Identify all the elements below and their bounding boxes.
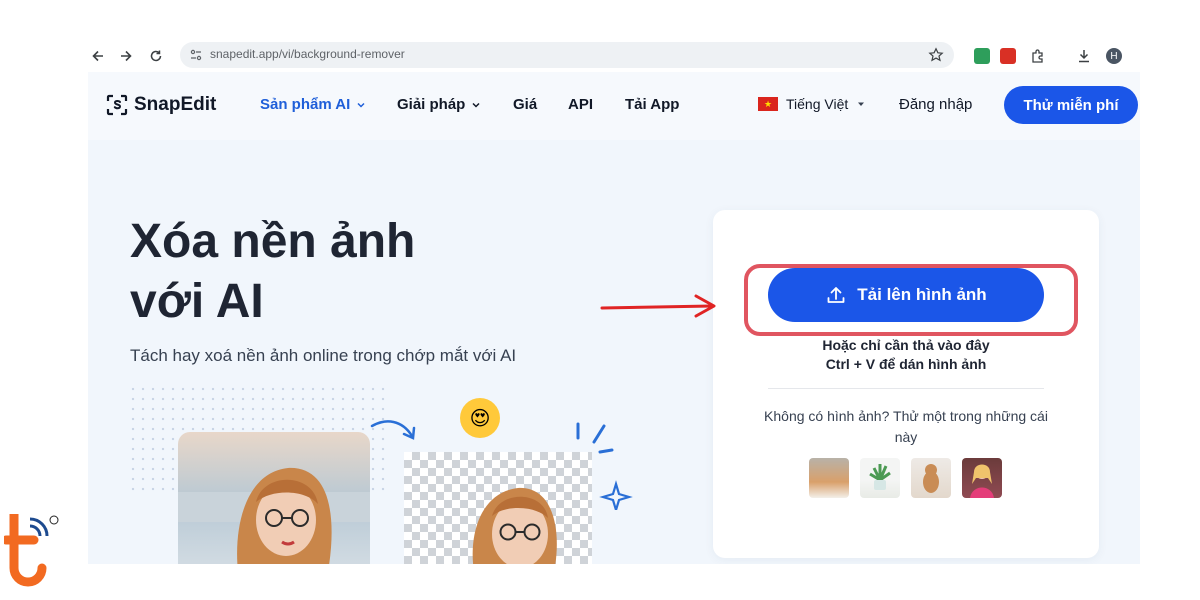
chevron-down-icon — [357, 102, 365, 108]
try-free-button[interactable]: Thử miễn phí — [1004, 86, 1138, 124]
site-info-icon[interactable] — [190, 49, 202, 61]
forward-icon[interactable] — [116, 46, 136, 66]
hero-subtitle: Tách hay xoá nền ảnh online trong chớp m… — [130, 346, 517, 365]
extension-icon-red[interactable] — [1000, 48, 1016, 64]
hero-title-line1: Xóa nền ảnh — [130, 215, 416, 268]
before-photo — [178, 432, 370, 564]
woman-cutout-image — [472, 487, 557, 564]
browser-toolbar: snapedit.app/vi/background-remover H — [88, 40, 1140, 72]
nav-label: API — [568, 96, 594, 113]
address-bar[interactable]: snapedit.app/vi/background-remover — [180, 42, 954, 68]
heart-eyes-emoji-icon: 😍 — [460, 398, 500, 438]
nav-label: Sản phẩm AI — [260, 96, 351, 113]
after-photo-transparent — [404, 452, 592, 564]
site-header: SnapEdit Sản phẩm AI Giải pháp Giá API T… — [88, 72, 1140, 140]
upload-card — [713, 210, 1099, 558]
caret-down-icon — [858, 102, 865, 106]
snapedit-logo-icon — [106, 94, 128, 116]
sample-thumb-cat[interactable] — [809, 458, 849, 498]
sparkle-icon — [576, 422, 633, 510]
language-selector[interactable]: ★ Tiếng Việt — [758, 96, 866, 112]
thanhtrung-brand-logo — [4, 514, 59, 587]
upload-highlight-box — [744, 264, 1078, 336]
extensions-puzzle-icon[interactable] — [1030, 48, 1046, 64]
plant-image — [869, 464, 891, 490]
nav-label: Tải App — [625, 96, 680, 113]
card-divider — [768, 388, 1044, 389]
url-text[interactable]: snapedit.app/vi/background-remover — [210, 47, 405, 61]
woman-portrait-image — [178, 467, 370, 564]
nav-label: Giải pháp — [397, 96, 466, 113]
nav-label: Giá — [513, 96, 538, 113]
language-label: Tiếng Việt — [786, 96, 849, 112]
chevron-down-icon — [472, 102, 480, 108]
curved-arrow-icon — [370, 420, 416, 440]
vietnam-flag-icon: ★ — [758, 97, 778, 111]
nav-pricing[interactable]: Giá — [513, 96, 537, 113]
browser-window: snapedit.app/vi/background-remover H Sna… — [88, 40, 1140, 564]
nav-api[interactable]: API — [568, 96, 593, 113]
hero-title: Xóa nền ảnh với AI — [130, 212, 415, 332]
snapedit-logo[interactable]: SnapEdit — [106, 94, 216, 116]
drop-hint-line: Hoặc chỉ cần thả vào đây — [822, 337, 990, 353]
sample-thumb-dog[interactable] — [911, 458, 951, 498]
download-icon[interactable] — [1076, 48, 1092, 64]
nav-products-ai[interactable]: Sản phẩm AI — [260, 96, 366, 113]
dog-image — [923, 464, 939, 493]
hero-title-line2: với AI — [130, 275, 264, 328]
login-link[interactable]: Đăng nhập — [899, 96, 972, 113]
extension-icon-translate[interactable] — [974, 48, 990, 64]
drop-hint: Hoặc chỉ cần thả vào đây Ctrl + V để dán… — [713, 336, 1099, 374]
bookmark-star-icon[interactable] — [928, 47, 944, 63]
hero-title-line2-wrap: với AI — [130, 272, 264, 332]
person-image — [970, 464, 994, 498]
red-pointer-arrow-icon — [600, 294, 716, 318]
sample-images-label: Không có hình ảnh? Thử một trong những c… — [764, 408, 1048, 445]
reload-icon[interactable] — [146, 46, 166, 66]
sample-thumb-plant[interactable] — [860, 458, 900, 498]
profile-avatar[interactable]: H — [1106, 48, 1122, 64]
nav-solutions[interactable]: Giải pháp — [397, 96, 481, 113]
logo-text: SnapEdit — [134, 94, 217, 115]
paste-hint-line: Ctrl + V để dán hình ảnh — [825, 356, 987, 372]
sample-thumb-person[interactable] — [962, 458, 1002, 498]
back-icon[interactable] — [88, 46, 108, 66]
nav-download-app[interactable]: Tải App — [625, 96, 679, 113]
